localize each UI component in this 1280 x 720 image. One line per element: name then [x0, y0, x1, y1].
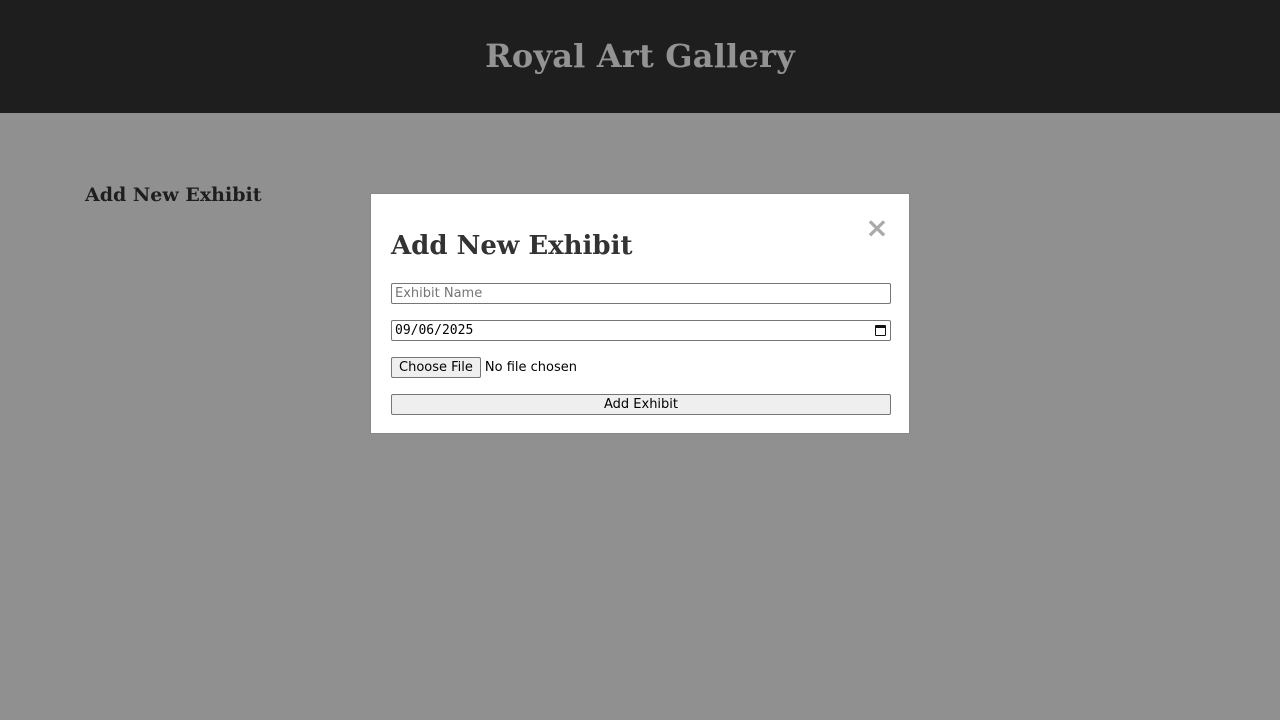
exhibit-date-input[interactable]: 09/06/2025: [391, 320, 891, 341]
choose-file-button[interactable]: Choose File: [391, 357, 481, 378]
exhibit-date-value: 09/06/2025: [395, 323, 474, 338]
add-exhibit-button[interactable]: Add Exhibit: [391, 394, 891, 415]
modal-overlay[interactable]: × Add New Exhibit Exhibit Name 09/06/202…: [0, 0, 1280, 720]
close-icon[interactable]: ×: [865, 214, 889, 242]
exhibit-image-file-input: Choose File No file chosen: [391, 357, 577, 378]
exhibit-name-input[interactable]: Exhibit Name: [391, 283, 891, 304]
exhibit-name-placeholder: Exhibit Name: [395, 286, 483, 301]
add-exhibit-modal: × Add New Exhibit Exhibit Name 09/06/202…: [370, 193, 910, 434]
modal-title: Add New Exhibit: [391, 231, 633, 261]
file-status-text: No file chosen: [484, 360, 577, 375]
calendar-icon[interactable]: [875, 325, 886, 336]
